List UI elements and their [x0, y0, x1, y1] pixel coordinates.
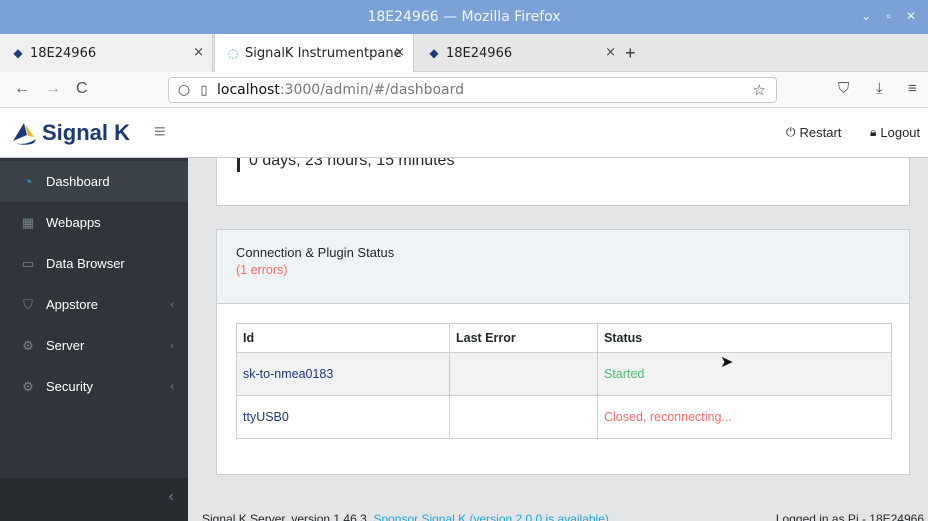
- row-status: Started: [597, 352, 892, 396]
- table-header-row: Id Last Error Status: [236, 323, 892, 353]
- tab-label: 18E24966: [30, 45, 97, 61]
- gear-icon: ⚙: [22, 337, 34, 353]
- footer-left: Signal K Server, version 1.46.3. Sponsor…: [202, 512, 609, 521]
- chevron-left-icon: ‹: [170, 298, 174, 311]
- gauge-favicon-icon: ◌: [227, 46, 239, 60]
- sidebar-item-data-browser[interactable]: ▭ Data Browser: [0, 243, 188, 284]
- tracking-shield-icon[interactable]: ○: [173, 82, 195, 98]
- url-path: :3000/admin/#/dashboard: [279, 82, 464, 98]
- row-status: Closed, reconnecting...: [597, 395, 892, 439]
- sidebar-item-label: Security: [46, 379, 93, 394]
- tab-instrumentpanel[interactable]: ◌ SignalK Instrumentpane ×: [214, 34, 414, 72]
- chevron-left-icon: ‹: [168, 488, 174, 505]
- bookmark-star-icon[interactable]: ☆: [753, 81, 766, 99]
- lock-icon: 🔒︎: [870, 125, 877, 139]
- tab-18e24966-second[interactable]: ◆ 18E24966 ×: [416, 34, 624, 72]
- basket-icon: ⛉: [23, 296, 33, 312]
- sidebar-item-label: Dashboard: [46, 174, 110, 189]
- reload-button[interactable]: C: [76, 80, 88, 98]
- table-row[interactable]: sk-to-nmea0183 Started: [236, 352, 892, 396]
- logout-label: Logout: [880, 125, 921, 140]
- sidebar: ◔ Dashboard ▦ Webapps ▭ Data Browser ⛉ A…: [0, 158, 188, 521]
- main-content: 0 days, 23 hours, 15 minutes Connection …: [188, 158, 928, 521]
- sidebar-item-label: Appstore: [46, 297, 99, 312]
- signalk-favicon-icon: ◆: [13, 46, 23, 60]
- chevron-left-icon: ‹: [170, 380, 174, 393]
- brand[interactable]: Signal K: [10, 119, 130, 147]
- mouse-pointer-icon: ➤: [720, 354, 734, 371]
- error-count: (1 errors): [236, 263, 288, 277]
- column-header-status[interactable]: Status: [597, 323, 892, 353]
- row-last-error: [449, 352, 598, 396]
- window-titlebar: 18E24966 — Mozilla Firefox ⌄ ▫ ✕: [0, 0, 928, 34]
- app-header: Signal K ≡ ⏻ Restart 🔒︎ Logout: [0, 108, 928, 158]
- sidebar-item-label: Server: [46, 338, 85, 353]
- pocket-icon[interactable]: ⛉: [838, 80, 849, 97]
- row-id[interactable]: ttyUSB0: [236, 395, 450, 439]
- signalk-favicon-icon: ◆: [429, 46, 439, 60]
- connection-status-card: Connection & Plugin Status (1 errors) Id…: [216, 229, 910, 475]
- sidebar-item-server[interactable]: ⚙ Server ‹: [0, 325, 188, 366]
- tab-close-icon[interactable]: ×: [193, 45, 204, 60]
- brand-name: Signal K: [42, 120, 131, 145]
- url-host: localhost: [217, 82, 280, 98]
- table-row[interactable]: ttyUSB0 Closed, reconnecting...: [236, 395, 892, 439]
- new-tab-button[interactable]: +: [625, 43, 636, 64]
- version-text: Signal K Server, version 1.46.3.: [202, 512, 371, 521]
- folder-icon: ▭: [21, 255, 35, 271]
- footer: Signal K Server, version 1.46.3. Sponsor…: [188, 509, 928, 521]
- tab-close-icon[interactable]: ×: [394, 45, 405, 60]
- speedometer-icon: ◔: [24, 174, 32, 189]
- window-title: 18E24966 — Mozilla Firefox: [367, 9, 561, 25]
- tab-18e24966-first[interactable]: ◆ 18E24966 ×: [0, 34, 213, 72]
- tab-label: 18E24966: [446, 45, 513, 61]
- back-button[interactable]: ←: [14, 80, 30, 98]
- gear-icon: ⚙: [22, 378, 34, 394]
- url-bar[interactable]: ○ ▯ localhost :3000/admin/#/dashboard ☆: [168, 77, 777, 103]
- row-id[interactable]: sk-to-nmea0183: [236, 352, 450, 396]
- logged-in-text: Logged in as Pi - 18E24966: [775, 512, 924, 521]
- window-controls[interactable]: ⌄ ▫ ✕: [861, 9, 922, 23]
- sidebar-item-appstore[interactable]: ⛉ Appstore ‹: [0, 284, 188, 325]
- row-last-error: [449, 395, 598, 439]
- column-header-last-error[interactable]: Last Error: [449, 323, 598, 353]
- grid-icon: ▦: [21, 214, 35, 230]
- card-header: Connection & Plugin Status (1 errors): [217, 230, 909, 304]
- sidebar-minimizer[interactable]: ‹: [0, 478, 188, 521]
- chevron-left-icon: ‹: [170, 339, 174, 352]
- sidebar-item-dashboard[interactable]: ◔ Dashboard: [0, 161, 188, 202]
- sidebar-toggle-icon[interactable]: ≡: [154, 121, 166, 144]
- uptime-accent-bar: [237, 158, 240, 172]
- uptime-card: 0 days, 23 hours, 15 minutes: [216, 158, 910, 206]
- uptime-value: 0 days, 23 hours, 15 minutes: [249, 158, 455, 169]
- logout-button[interactable]: 🔒︎ Logout: [870, 125, 920, 140]
- menu-icon[interactable]: ≡: [908, 80, 917, 97]
- column-header-id[interactable]: Id: [236, 323, 450, 353]
- restart-button[interactable]: ⏻ Restart: [786, 125, 841, 140]
- tab-strip: ◆ 18E24966 × ◌ SignalK Instrumentpane × …: [0, 34, 928, 72]
- signalk-logo-icon: [12, 123, 36, 145]
- sidebar-item-label: Webapps: [46, 215, 101, 230]
- download-icon[interactable]: ⤓: [876, 80, 883, 97]
- sidebar-item-webapps[interactable]: ▦ Webapps: [0, 202, 188, 243]
- restart-label: Restart: [799, 125, 842, 140]
- browser-navbar: ← → C ○ ▯ localhost :3000/admin/#/dashbo…: [0, 72, 928, 108]
- sidebar-item-security[interactable]: ⚙ Security ‹: [0, 366, 188, 407]
- sidebar-item-label: Data Browser: [46, 256, 125, 271]
- forward-button[interactable]: →: [45, 80, 61, 98]
- card-title: Connection & Plugin Status: [236, 245, 395, 260]
- sponsor-link[interactable]: Sponsor Signal K (version 2.0.0 is avail…: [373, 512, 608, 521]
- status-table: Id Last Error Status sk-to-nmea0183 Star…: [236, 323, 892, 439]
- tab-close-icon[interactable]: ×: [605, 45, 616, 60]
- page-info-icon[interactable]: ▯: [195, 83, 213, 98]
- power-icon: ⏻: [786, 125, 796, 139]
- tab-label: SignalK Instrumentpane: [245, 45, 402, 61]
